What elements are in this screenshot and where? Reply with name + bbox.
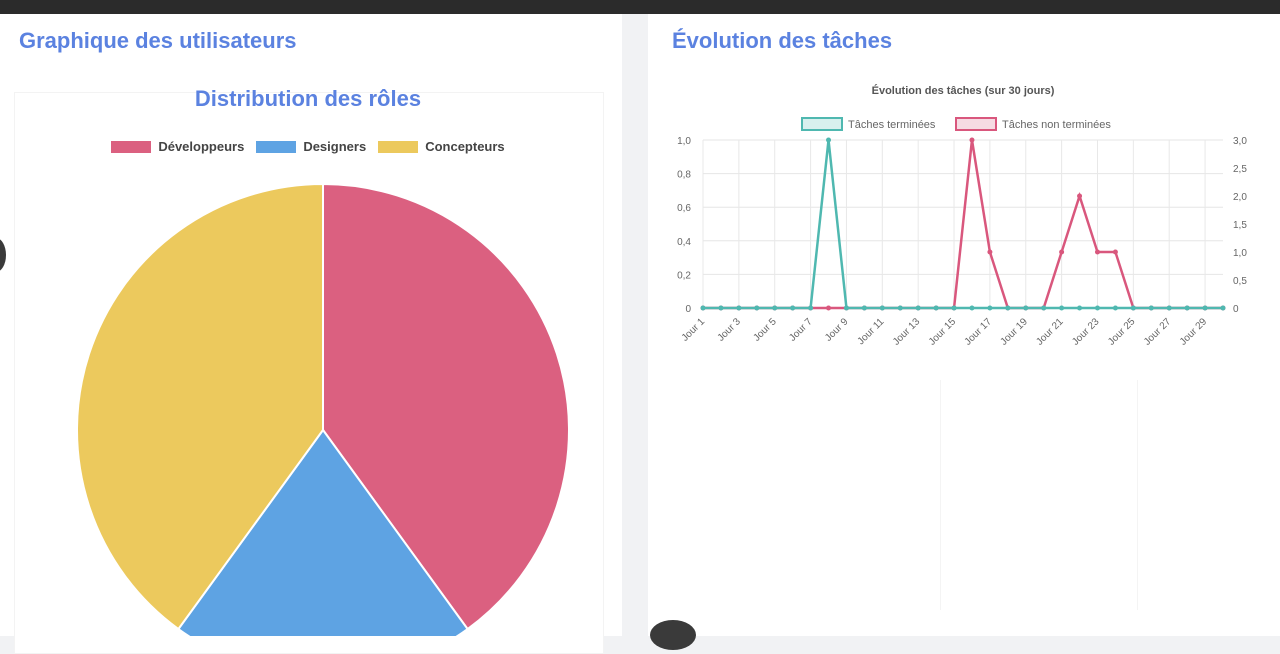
y-right-tick-label: 2,5 [1233, 164, 1247, 175]
data-point-completed [987, 305, 993, 311]
y-left-tick-label: 0,8 [677, 170, 691, 181]
legend-swatch-completed[interactable] [801, 117, 843, 131]
x-tick-label: Jour 13 [891, 316, 923, 348]
pie-legend: Développeurs Designers Concepteurs [14, 139, 602, 154]
data-point-completed [808, 305, 814, 311]
data-point-completed [1148, 305, 1154, 311]
data-point-completed [969, 305, 975, 311]
data-point-completed [897, 305, 903, 311]
data-point-completed [843, 305, 849, 311]
data-point-completed [1130, 305, 1136, 311]
data-point-completed [951, 305, 957, 311]
y-left-tick-label: 1,0 [677, 136, 691, 147]
pie-chart-title: Distribution des rôles [194, 86, 422, 111]
legend-swatch [378, 140, 419, 153]
series-line-incomplete [703, 139, 1223, 310]
data-point-completed [1041, 305, 1047, 311]
divider [940, 380, 941, 610]
data-point-incomplete [987, 249, 993, 255]
line-legend: Tâches terminées Tâches non terminées [801, 117, 1111, 131]
legend-swatch [256, 140, 297, 153]
data-point-completed [772, 305, 778, 311]
tasks-line-chart: Évolution des tâches (sur 30 jours) Tâch… [677, 84, 1247, 348]
x-tick-label: Jour 29 [1178, 316, 1210, 348]
data-point-completed [754, 305, 760, 311]
legend-label: Designers [303, 139, 367, 154]
x-tick-label: Jour 11 [856, 316, 887, 347]
y-right-tick-label: 2,0 [1233, 192, 1247, 203]
data-point-completed [861, 305, 867, 311]
data-point-incomplete [1112, 249, 1118, 255]
pie-chart-svg [76, 182, 570, 636]
data-point-completed [1023, 305, 1029, 311]
x-tick-label: Jour 9 [823, 316, 851, 344]
x-tick-label: Jour 15 [927, 316, 959, 348]
data-point-completed [790, 305, 796, 311]
data-point-completed [1202, 305, 1208, 311]
legend-label-completed: Tâches terminées [848, 119, 936, 131]
data-point-completed [1077, 305, 1083, 311]
legend-label: Concepteurs [425, 139, 505, 154]
data-point-incomplete [1094, 249, 1100, 255]
x-tick-label: Jour 19 [999, 316, 1031, 348]
y-right-tick-label: 0,5 [1233, 276, 1247, 287]
y-left-tick-label: 0,6 [677, 203, 691, 214]
data-point-incomplete [1059, 249, 1065, 255]
y-left-tick-label: 0,2 [677, 270, 691, 281]
data-point-completed [915, 305, 921, 311]
legend-item-concepteurs[interactable]: Concepteurs [378, 139, 505, 154]
scroll-handle[interactable] [650, 620, 696, 650]
data-point-completed [736, 305, 742, 311]
x-tick-label: Jour 27 [1142, 316, 1174, 348]
data-point-completed [1166, 305, 1172, 311]
legend-swatch [111, 140, 152, 153]
data-point-completed [826, 137, 832, 143]
legend-item-designers[interactable]: Designers [256, 139, 366, 154]
data-point-completed [1112, 305, 1118, 311]
data-point-completed [700, 305, 706, 311]
data-point-completed [1094, 305, 1100, 311]
x-tick-label: Jour 21 [1034, 316, 1066, 348]
legend-label: Développeurs [158, 139, 245, 154]
x-tick-label: Jour 25 [1106, 316, 1138, 348]
data-point-incomplete [826, 305, 832, 311]
divider [1137, 380, 1138, 610]
data-point-completed [1059, 305, 1065, 311]
y-right-tick-label: 1,0 [1233, 248, 1247, 259]
y-right-tick-label: 3,0 [1233, 136, 1247, 147]
y-right-tick-label: 1,5 [1233, 220, 1247, 231]
line-chart-title: Évolution des tâches (sur 30 jours) [872, 84, 1055, 97]
x-tick-label: Jour 1 [680, 316, 708, 344]
x-tick-label: Jour 5 [751, 316, 779, 344]
line-series [700, 137, 1226, 311]
roles-pie-chart: Distribution des rôles Développeurs Desi… [14, 0, 602, 636]
legend-swatch-incomplete[interactable] [955, 117, 997, 131]
x-tick-label: Jour 7 [787, 316, 815, 344]
data-point-completed [718, 305, 724, 311]
data-point-completed [879, 305, 885, 311]
x-tick-label: Jour 23 [1070, 316, 1102, 348]
y-left-tick-label: 0,4 [677, 237, 691, 248]
legend-item-developpeurs[interactable]: Développeurs [111, 139, 244, 154]
data-point-incomplete [1077, 193, 1083, 199]
data-point-completed [1184, 305, 1190, 311]
data-point-completed [933, 305, 939, 311]
legend-label-incomplete: Tâches non terminées [1002, 119, 1111, 131]
x-tick-label: Jour 17 [963, 316, 995, 348]
y-right-tick-label: 0 [1233, 304, 1239, 315]
y-left-tick-label: 0 [685, 304, 691, 315]
data-point-completed [1220, 305, 1226, 311]
x-tick-label: Jour 3 [716, 316, 744, 344]
data-point-completed [1005, 305, 1011, 311]
tasks-chart-panel-title: Évolution des tâches [672, 28, 893, 53]
data-point-incomplete [969, 137, 975, 143]
